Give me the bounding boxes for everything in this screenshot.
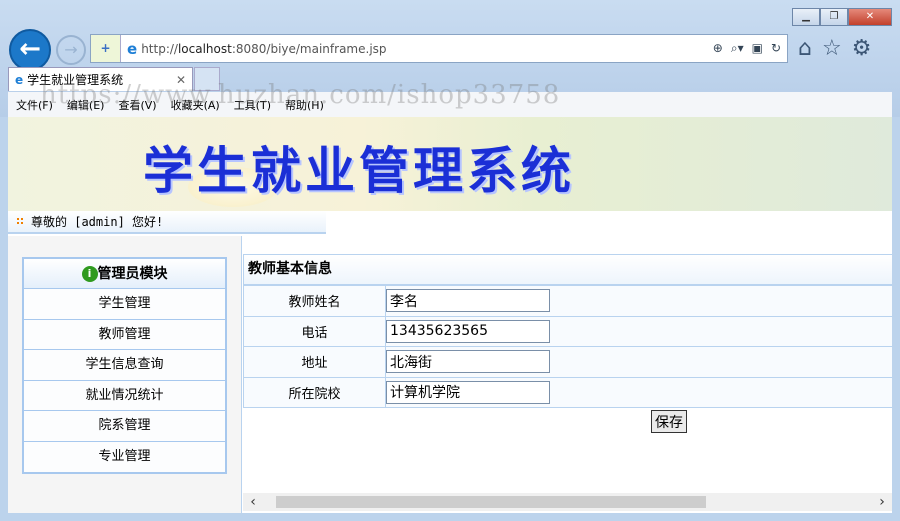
form-row: 电话 xyxy=(243,315,892,347)
scroll-right-icon[interactable]: › xyxy=(872,494,892,510)
scroll-thumb[interactable] xyxy=(276,496,706,508)
form-row: 地址 xyxy=(243,346,892,378)
url-text[interactable]: http://localhost:8080/biye/mainframe.jsp xyxy=(141,42,386,56)
ie-icon: e xyxy=(127,39,138,58)
banner: 学生就业管理系统 xyxy=(8,117,892,211)
tab-title: 学生就业管理系统 xyxy=(27,73,124,87)
close-tab-icon[interactable]: ✕ xyxy=(176,73,186,87)
horizontal-scrollbar[interactable]: ‹ › xyxy=(243,493,892,511)
back-button[interactable]: ← xyxy=(9,29,51,71)
form-row: 所在院校 xyxy=(243,376,892,408)
teacher-name-input[interactable] xyxy=(386,289,550,313)
compat-icon[interactable]: ⊕ xyxy=(713,41,723,56)
url-prefix: http:// xyxy=(141,41,178,56)
new-tab-button[interactable] xyxy=(194,67,220,91)
menu-edit[interactable]: 编辑(E) xyxy=(67,97,105,113)
field-label: 电话 xyxy=(243,315,386,347)
sidebar-item-major-management[interactable]: 专业管理 xyxy=(24,441,225,472)
menu-header-label: 管理员模块 xyxy=(97,266,168,282)
welcome-bar: 尊敬的 [admin] 您好! xyxy=(8,211,326,234)
field-label: 教师姓名 xyxy=(243,285,386,317)
welcome-text: 尊敬的 [admin] 您好! xyxy=(31,215,164,229)
url-host: localhost xyxy=(177,41,232,56)
scroll-left-icon[interactable]: ‹ xyxy=(243,494,263,510)
sidebar: i 管理员模块 学生管理 教师管理 学生信息查询 就业情况统计 院系管理 专业管理 xyxy=(8,236,242,513)
field-label: 所在院校 xyxy=(243,376,386,408)
menu-file[interactable]: 文件(F) xyxy=(16,97,53,113)
menu-tools[interactable]: 工具(T) xyxy=(234,97,271,113)
refresh-icon[interactable]: ↻ xyxy=(771,41,781,56)
minimize-button[interactable]: ▁ xyxy=(792,8,820,26)
save-button[interactable]: 保存 xyxy=(651,410,687,433)
home-icon[interactable]: ⌂ xyxy=(798,36,812,61)
address-input[interactable] xyxy=(386,350,550,374)
college-input[interactable] xyxy=(386,380,550,404)
star-icon[interactable]: ☆ xyxy=(822,36,842,61)
field-label: 地址 xyxy=(243,346,386,378)
menu-header: i 管理员模块 xyxy=(24,259,225,289)
bullet-icon xyxy=(16,217,25,226)
sidebar-item-student-management[interactable]: 学生管理 xyxy=(24,289,225,320)
ie-icon: e xyxy=(15,72,24,87)
menu-bar: 文件(F) 编辑(E) 查看(V) 收藏夹(A) 工具(T) 帮助(H) xyxy=(8,92,892,117)
browser-tab[interactable]: e 学生就业管理系统 ✕ xyxy=(8,67,193,91)
url-path: :8080/biye/mainframe.jsp xyxy=(231,41,387,56)
shield-icon[interactable]: + xyxy=(91,35,121,62)
page-icon[interactable]: ▣ xyxy=(752,41,763,56)
sidebar-item-student-query[interactable]: 学生信息查询 xyxy=(24,350,225,381)
menu-view[interactable]: 查看(V) xyxy=(118,97,156,113)
maximize-button[interactable]: ❐ xyxy=(820,8,848,26)
close-window-button[interactable]: ✕ xyxy=(848,8,892,26)
banner-title: 学生就业管理系统 xyxy=(143,142,575,200)
page-content: 学生就业管理系统 尊敬的 [admin] 您好! i 管理员模块 学生管理 教师管… xyxy=(8,117,892,513)
form-row: 教师姓名 xyxy=(243,285,892,317)
info-icon: i xyxy=(81,266,98,282)
form-title: 教师基本信息 xyxy=(243,254,892,285)
sidebar-item-teacher-management[interactable]: 教师管理 xyxy=(24,319,225,350)
menu-help[interactable]: 帮助(H) xyxy=(285,97,324,113)
admin-menu: i 管理员模块 学生管理 教师管理 学生信息查询 就业情况统计 院系管理 专业管理 xyxy=(22,257,227,474)
teacher-form: 教师基本信息 教师姓名 电话 地址 所在院校 保存 xyxy=(243,254,892,433)
window-controls: ▁ ❐ ✕ xyxy=(792,8,892,26)
address-bar[interactable]: + e http://localhost:8080/biye/mainframe… xyxy=(90,34,788,63)
forward-button[interactable]: → xyxy=(56,35,86,65)
phone-input[interactable] xyxy=(386,319,550,343)
sidebar-item-department-management[interactable]: 院系管理 xyxy=(24,411,225,442)
form-table: 教师姓名 电话 地址 所在院校 xyxy=(243,285,892,408)
gear-icon[interactable]: ⚙ xyxy=(852,36,872,61)
sidebar-item-employment-stats[interactable]: 就业情况统计 xyxy=(24,380,225,411)
search-icon[interactable]: ⌕▾ xyxy=(731,41,744,56)
browser-chrome: ▁ ❐ ✕ ← → + e http://localhost:8080/biye… xyxy=(0,0,900,117)
menu-favorites[interactable]: 收藏夹(A) xyxy=(171,97,220,113)
